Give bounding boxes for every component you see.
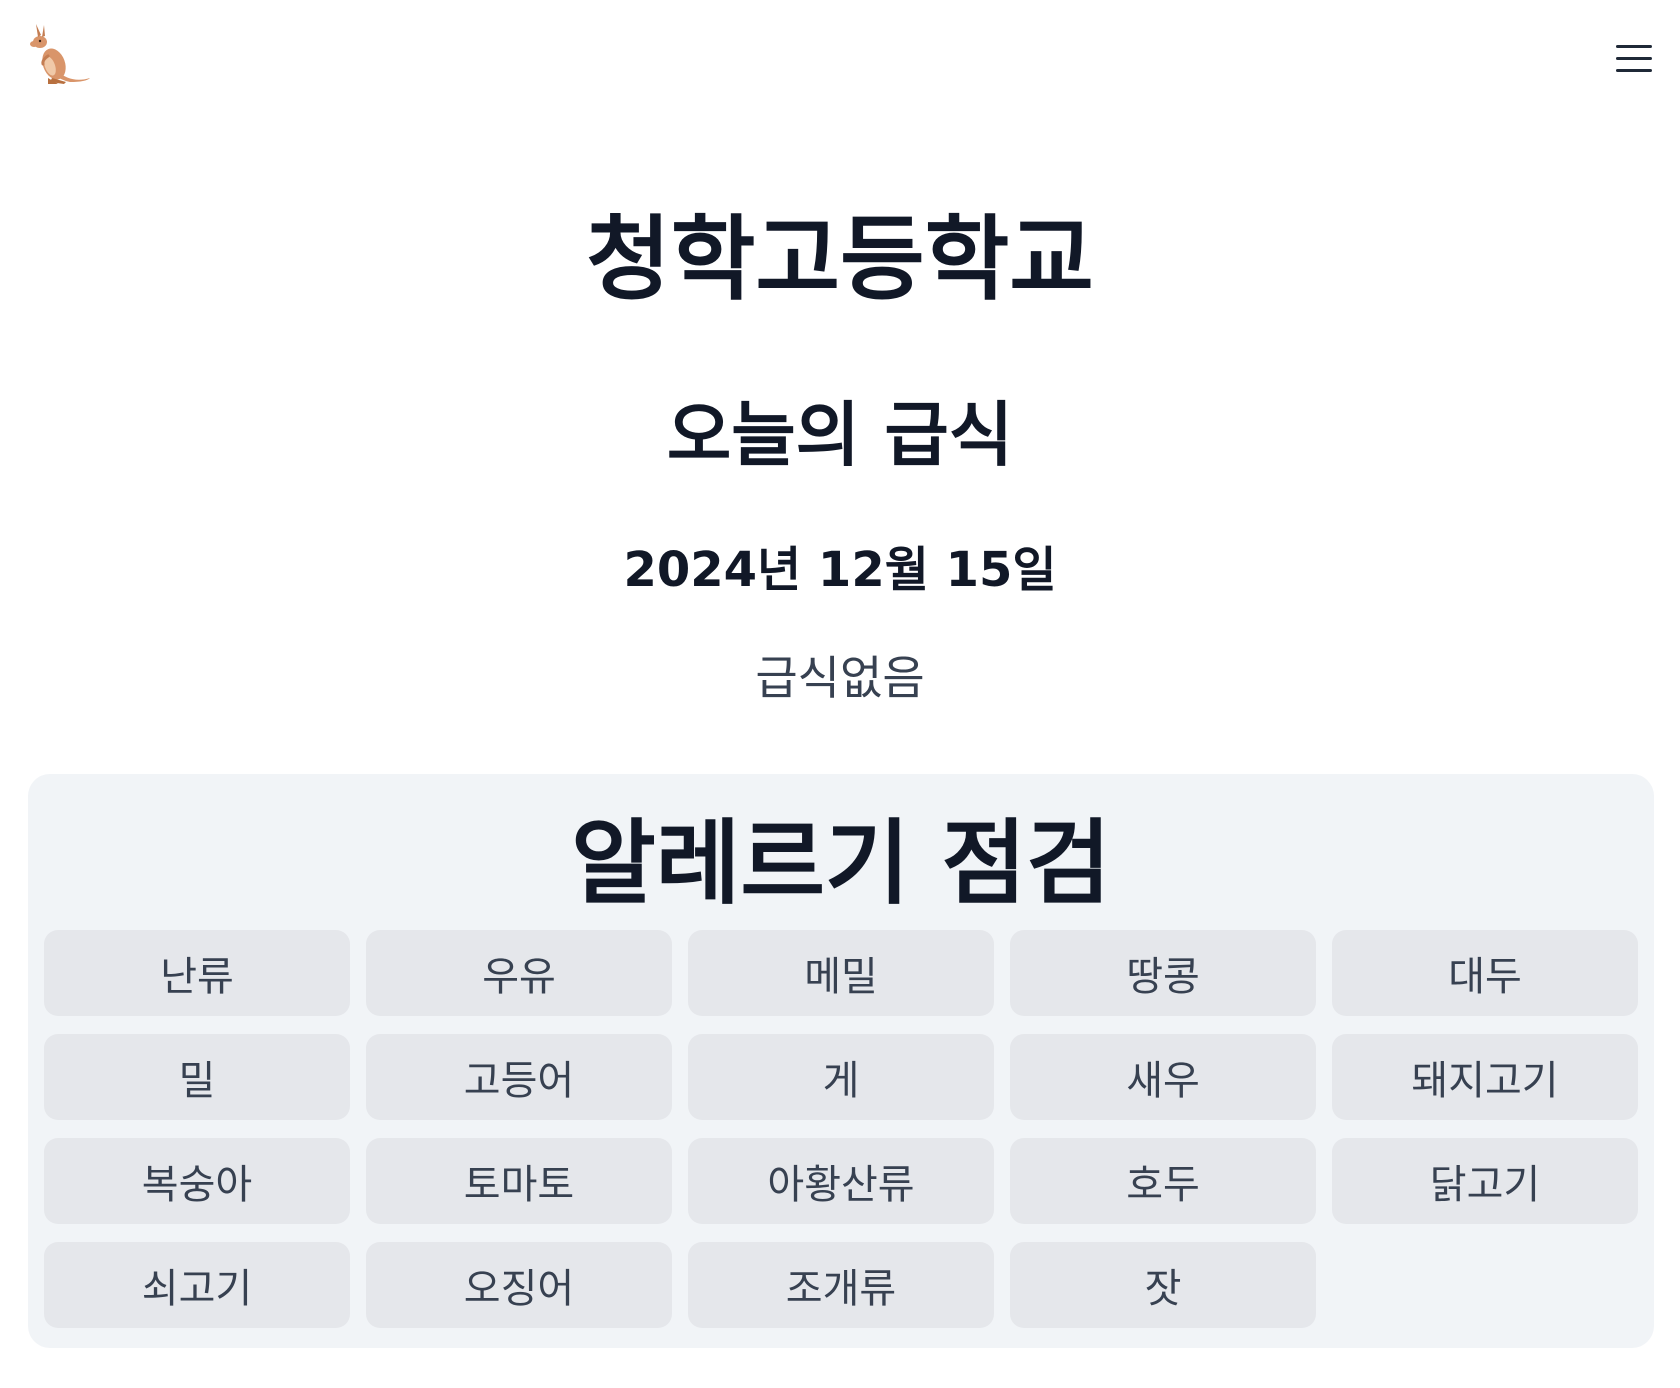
allergy-chip[interactable]: 대두 [1332,930,1638,1016]
allergy-chip[interactable]: 쇠고기 [44,1242,350,1328]
allergy-chip[interactable]: 고등어 [366,1034,672,1120]
allergy-chip[interactable]: 게 [688,1034,994,1120]
allergy-panel: 알레르기 점검 난류 우유 메밀 땅콩 대두 밀 고등어 게 새우 돼지고기 복… [28,774,1654,1348]
allergy-chip[interactable]: 조개류 [688,1242,994,1328]
hamburger-menu-icon[interactable] [1606,36,1662,80]
meal-date: 2024년 12월 15일 [623,542,1057,598]
meal-heading: 오늘의 급식 [666,394,1014,476]
allergy-chip[interactable]: 난류 [44,930,350,1016]
allergy-chip[interactable]: 호두 [1010,1138,1316,1224]
allergy-chip[interactable]: 잣 [1010,1242,1316,1328]
allergy-grid: 난류 우유 메밀 땅콩 대두 밀 고등어 게 새우 돼지고기 복숭아 토마토 아… [44,930,1638,1328]
allergy-chip[interactable]: 땅콩 [1010,930,1316,1016]
allergy-chip[interactable]: 밀 [44,1034,350,1120]
meal-status: 급식없음 [755,651,925,705]
allergy-chip[interactable]: 오징어 [366,1242,672,1328]
allergy-chip[interactable]: 아황산류 [688,1138,994,1224]
kangaroo-icon[interactable] [26,22,96,92]
allergy-chip[interactable]: 우유 [366,930,672,1016]
school-name: 청학고등학교 [586,206,1094,313]
allergy-title: 알레르기 점검 [571,810,1111,917]
allergy-chip[interactable]: 복숭아 [44,1138,350,1224]
allergy-chip[interactable]: 토마토 [366,1138,672,1224]
allergy-chip[interactable]: 새우 [1010,1034,1316,1120]
allergy-chip[interactable]: 돼지고기 [1332,1034,1638,1120]
top-header [0,0,1680,120]
allergy-chip[interactable]: 닭고기 [1332,1138,1638,1224]
allergy-chip[interactable]: 메밀 [688,930,994,1016]
